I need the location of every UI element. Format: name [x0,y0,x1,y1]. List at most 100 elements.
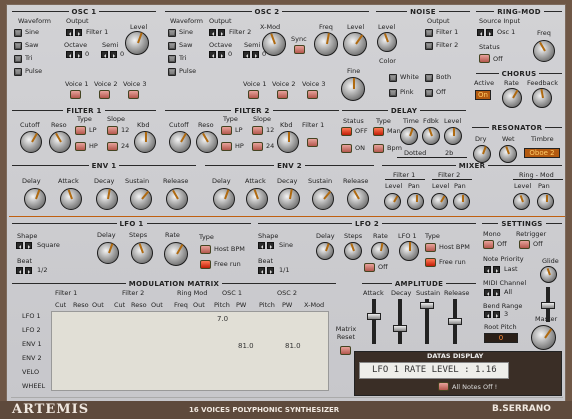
amp-sustain-slider[interactable] [420,302,434,309]
osc2-semi-down[interactable] [243,51,250,58]
settings-midi-next[interactable] [493,289,500,296]
lfo2-steps-knob[interactable] [344,242,362,260]
delay-time-knob[interactable] [400,127,418,145]
settings-glide-knob[interactable] [540,266,557,283]
noise-off-button[interactable] [425,89,433,97]
matrix-grid[interactable]: 7.0 81.0 81.0 [51,311,329,391]
osc1-semi-down[interactable] [101,51,108,58]
delay-bpm-led[interactable] [373,144,384,153]
lfo1-shape-prev[interactable] [16,242,23,249]
lfo2-hostbpm-led[interactable] [425,243,436,252]
osc1-saw-button[interactable] [14,42,22,50]
noise-level-knob[interactable] [377,32,397,52]
env2-decay-knob[interactable] [278,188,300,210]
delay-on-led[interactable] [341,144,352,153]
osc2-output-next-arrow[interactable] [218,29,225,36]
env1-release-knob[interactable] [166,188,188,210]
filter1-kbd-knob[interactable] [134,131,156,153]
filter2-kbd-knob[interactable] [277,131,299,153]
chorus-rate-knob[interactable] [502,88,522,108]
noise-filter2-button[interactable] [425,42,433,50]
env2-sustain-knob[interactable] [312,188,334,210]
settings-glide-slider-handle[interactable] [541,302,555,309]
osc2-level-knob[interactable] [343,32,367,56]
settings-retrigger-led[interactable] [519,240,530,249]
resonator-timbre-display[interactable]: Oboe 2 [524,148,560,158]
filter1-cutoff-knob[interactable] [20,131,42,153]
filter2-slope24-led[interactable] [252,142,263,151]
lfo1-beat-prev[interactable] [16,267,23,274]
lfo2-lfo1-knob[interactable] [399,241,419,261]
mixer-f1-level-knob[interactable] [384,193,401,210]
settings-bend-next[interactable] [493,311,500,318]
matrix-cell-env1-osc2-pw[interactable]: 81.0 [285,342,301,350]
osc1-tri-button[interactable] [14,55,22,63]
osc2-saw-button[interactable] [168,42,176,50]
osc2-pulse-button[interactable] [168,68,176,76]
lfo2-off-led[interactable] [364,263,375,272]
filter1-slope12-led[interactable] [107,126,118,135]
delay-man-led[interactable] [373,127,384,136]
osc1-semi-up[interactable] [110,51,117,58]
ringmod-freq-knob[interactable] [533,40,555,62]
osc1-sine-button[interactable] [14,29,22,37]
mixer-rm-pan-knob[interactable] [537,193,554,210]
delay-fdbk-knob[interactable] [422,127,440,145]
delay-level-knob[interactable] [444,127,462,145]
settings-priority-next[interactable] [493,266,500,273]
ringmod-source-next[interactable] [486,29,493,36]
lfo2-shape-prev[interactable] [258,242,265,249]
settings-bend-prev[interactable] [484,311,491,318]
all-notes-off-button[interactable] [438,382,449,391]
env1-attack-knob[interactable] [60,188,82,210]
env2-attack-knob[interactable] [246,188,268,210]
noise-filter1-button[interactable] [425,29,433,37]
env1-delay-knob[interactable] [24,188,46,210]
settings-midi-prev[interactable] [484,289,491,296]
osc2-octave-up[interactable] [218,51,225,58]
noise-both-button[interactable] [425,74,433,82]
mixer-f1-pan-knob[interactable] [407,193,424,210]
osc2-voice3-led[interactable] [307,90,318,99]
env1-decay-knob[interactable] [96,188,118,210]
settings-root-display[interactable]: 0 [484,333,518,343]
lfo1-freerun-led[interactable] [200,260,211,269]
filter2-reso-knob[interactable] [196,131,218,153]
filter2-hp-led[interactable] [221,142,232,151]
filter1-hp-led[interactable] [75,142,86,151]
filter1-reso-knob[interactable] [49,131,71,153]
mixer-f2-pan-knob[interactable] [453,193,470,210]
chorus-feedback-knob[interactable] [532,88,552,108]
osc2-sync-led[interactable] [294,45,305,54]
lfo2-beat-next[interactable] [267,267,274,274]
matrix-reset-button[interactable] [340,346,351,355]
filter2-cutoff-knob[interactable] [169,131,191,153]
amp-release-slider[interactable] [448,318,462,325]
osc2-output-prev-arrow[interactable] [209,29,216,36]
settings-priority-prev[interactable] [484,266,491,273]
osc2-freq-knob[interactable] [314,32,338,56]
osc1-voice2-led[interactable] [99,90,110,99]
matrix-cell-env1-osc1-pw[interactable]: 81.0 [238,342,254,350]
osc2-voice2-led[interactable] [277,90,288,99]
osc2-fine-knob[interactable] [341,77,365,101]
amp-attack-slider[interactable] [367,313,381,320]
osc1-output-prev-arrow[interactable] [66,29,73,36]
osc2-voice1-led[interactable] [248,90,259,99]
osc2-tri-button[interactable] [168,55,176,63]
ringmod-source-prev[interactable] [477,29,484,36]
env2-release-knob[interactable] [347,188,369,210]
filter2-filter1-led[interactable] [307,138,318,147]
amp-decay-slider[interactable] [393,325,407,332]
mixer-rm-level-knob[interactable] [513,193,530,210]
settings-master-knob[interactable] [531,325,556,350]
lfo1-shape-next[interactable] [25,242,32,249]
settings-mono-led[interactable] [483,240,494,249]
osc1-voice3-led[interactable] [128,90,139,99]
lfo1-hostbpm-led[interactable] [200,245,211,254]
mixer-f2-level-knob[interactable] [431,193,448,210]
delay-off-led[interactable] [341,127,352,136]
env2-delay-knob[interactable] [213,188,235,210]
lfo1-delay-knob[interactable] [97,242,119,264]
lfo2-rate-knob[interactable] [371,242,389,260]
